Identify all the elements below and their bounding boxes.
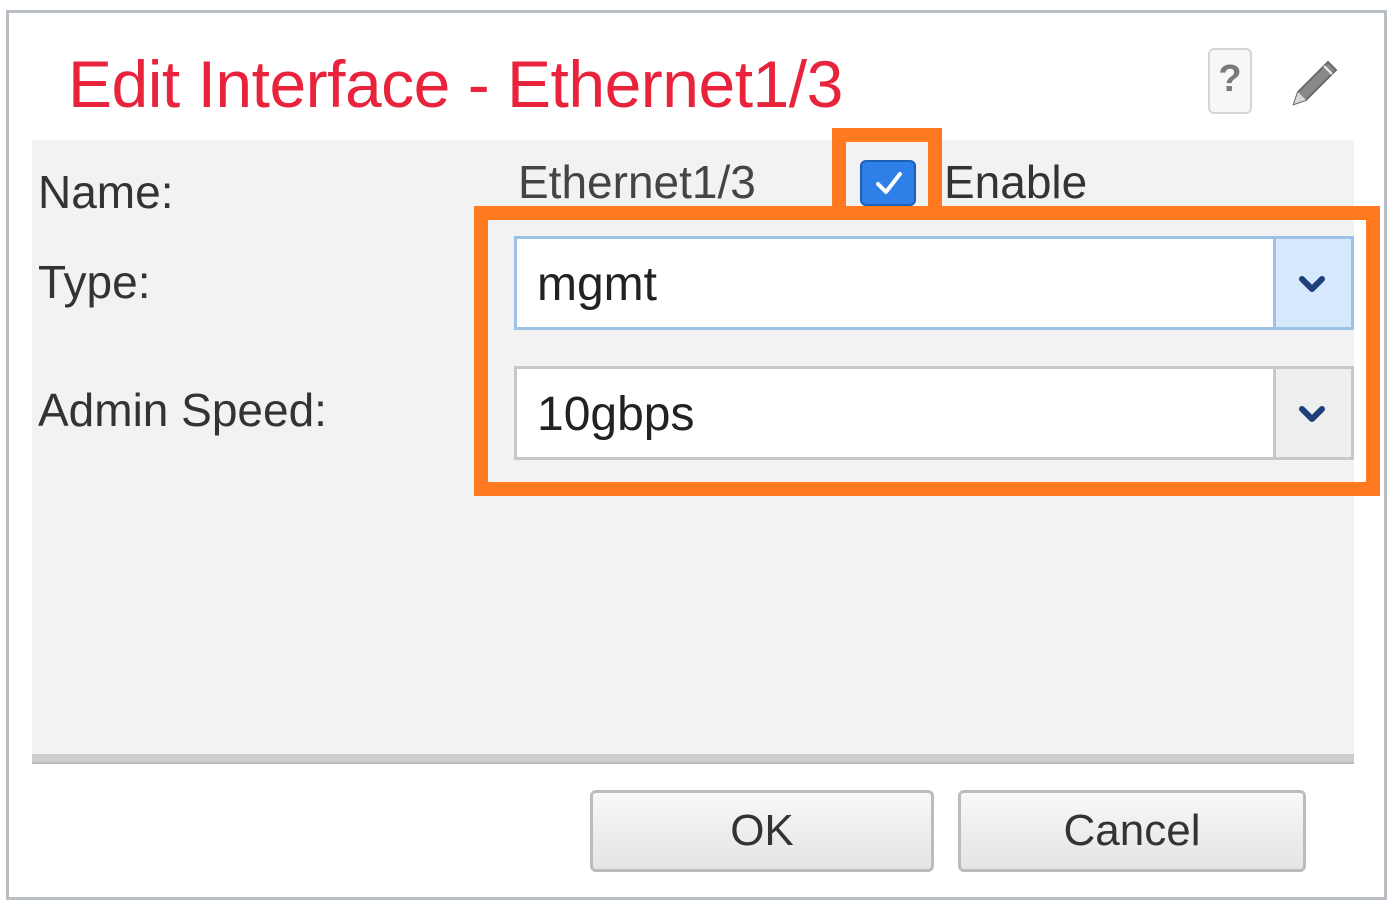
help-icon[interactable]: ? bbox=[1208, 48, 1252, 114]
pencil-icon[interactable] bbox=[1284, 54, 1344, 114]
name-value: Ethernet1/3 bbox=[518, 156, 756, 208]
enable-label: Enable bbox=[944, 156, 1088, 208]
divider bbox=[32, 754, 1354, 764]
type-label: Type: bbox=[38, 256, 151, 308]
admin-speed-label: Admin Speed: bbox=[38, 384, 327, 436]
ok-button[interactable]: OK bbox=[590, 790, 934, 872]
fields-highlight-box bbox=[474, 206, 1380, 496]
dialog-title: Edit Interface - Ethernet1/3 bbox=[68, 47, 843, 121]
cancel-button[interactable]: Cancel bbox=[958, 790, 1306, 872]
name-label: Name: bbox=[38, 166, 174, 218]
